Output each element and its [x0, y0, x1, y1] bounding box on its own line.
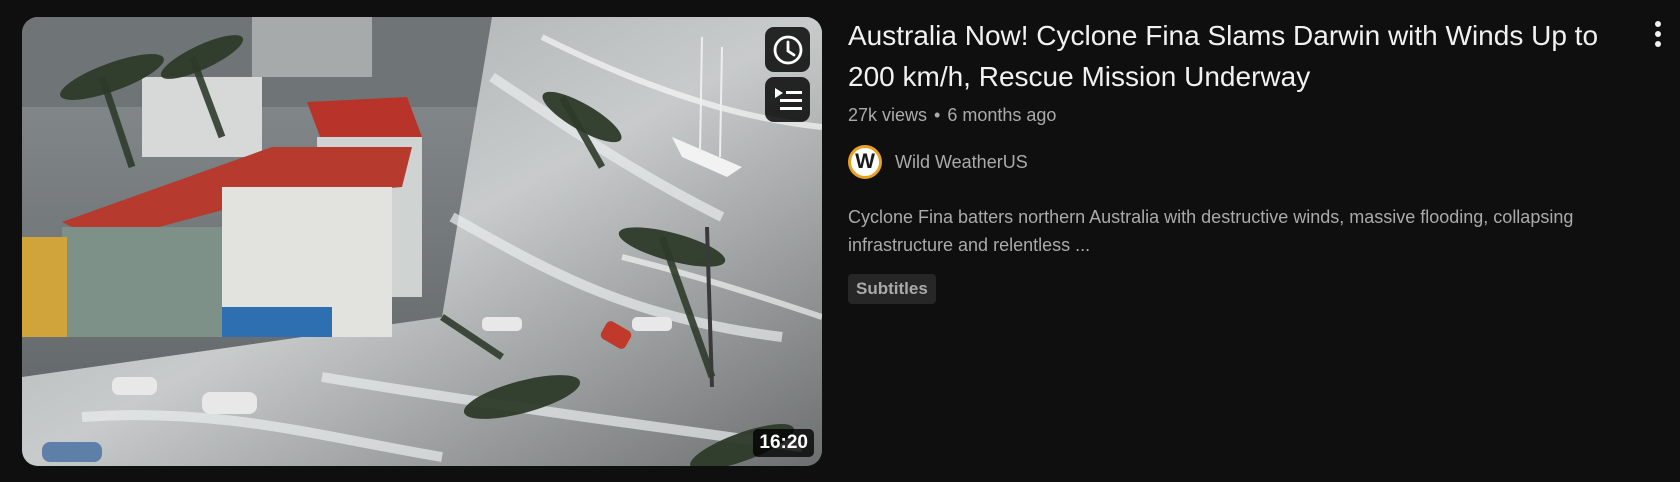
separator-dot: •	[934, 105, 941, 125]
duration-badge: 16:20	[753, 429, 814, 457]
subtitles-badge: Subtitles	[848, 274, 936, 304]
view-count: 27k views	[848, 105, 928, 125]
more-vertical-icon-dot	[1655, 41, 1661, 47]
video-description: Cyclone Fina batters northern Australia …	[848, 207, 1574, 255]
video-thumbnail[interactable]: 16:20	[22, 17, 822, 466]
add-to-queue-icon	[774, 87, 802, 110]
channel-name[interactable]: Wild WeatherUS	[895, 152, 1028, 173]
clock-icon	[773, 35, 802, 64]
channel-avatar[interactable]: W	[848, 145, 882, 179]
video-details: Australia Now! Cyclone Fina Slams Darwin…	[848, 15, 1638, 304]
watch-later-button[interactable]	[765, 27, 810, 72]
add-to-queue-button[interactable]	[765, 77, 810, 122]
upload-age: 6 months ago	[947, 105, 1057, 125]
more-actions-button[interactable]	[1646, 14, 1670, 54]
more-vertical-icon-dot	[1655, 31, 1661, 37]
thumbnail-image	[22, 17, 822, 466]
more-vertical-icon-dot	[1655, 21, 1661, 27]
video-metadata: 27k views • 6 months ago	[848, 104, 1638, 126]
channel-row[interactable]: W Wild WeatherUS	[848, 145, 1638, 179]
video-title[interactable]: Australia Now! Cyclone Fina Slams Darwin…	[848, 15, 1638, 97]
